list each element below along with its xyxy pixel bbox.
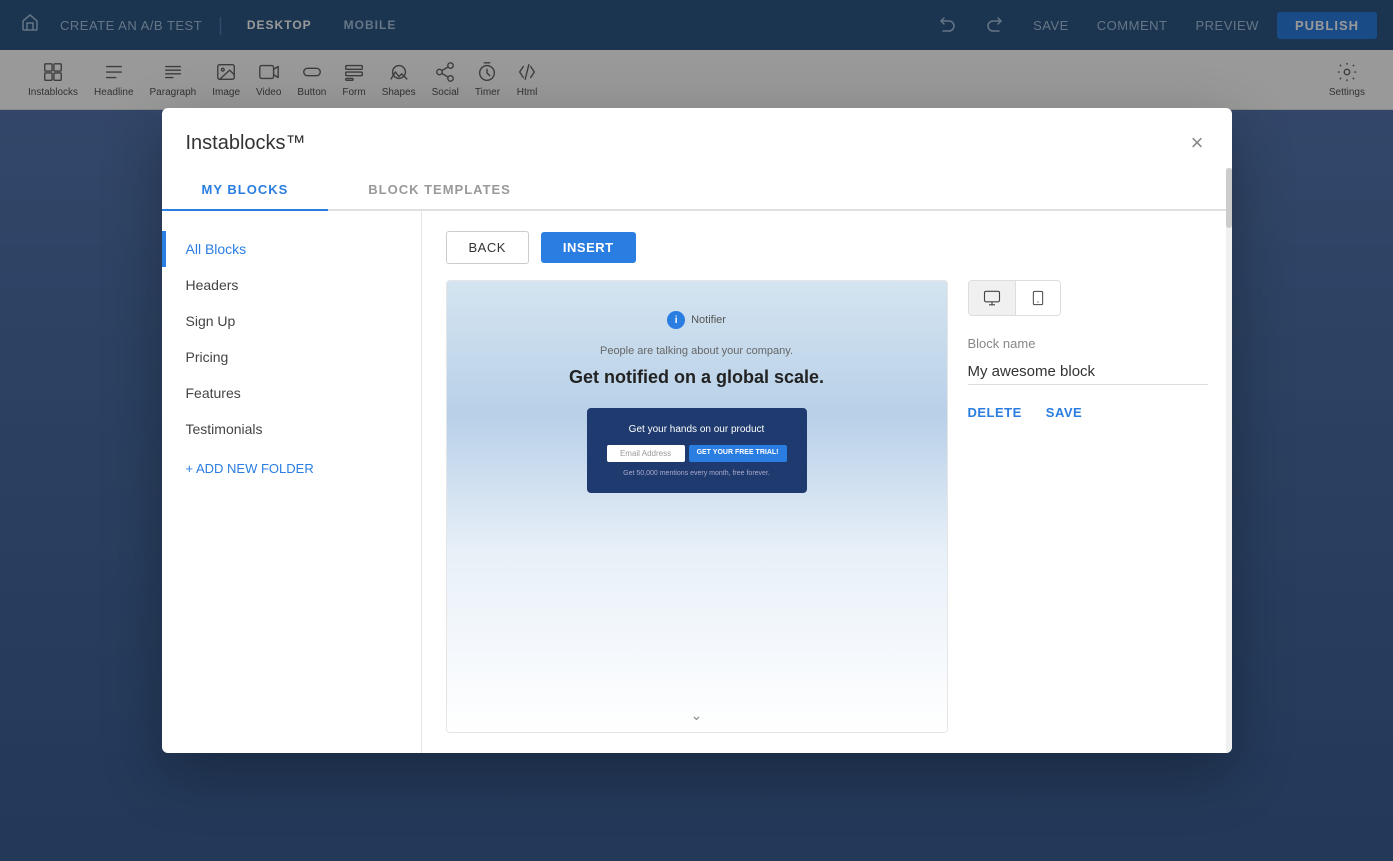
sidebar-item-testimonials[interactable]: Testimonials: [162, 411, 421, 447]
notifier-icon: i: [667, 311, 685, 329]
cta-fine-print: Get 50,000 mentions every month, free fo…: [607, 470, 787, 477]
cta-trial-button[interactable]: GET YOUR FREE TRIAL!: [689, 445, 787, 462]
insert-button[interactable]: INSERT: [541, 232, 636, 263]
modal-body: All Blocks Headers Sign Up Pricing Featu…: [162, 211, 1232, 753]
cta-input-row: Email Address GET YOUR FREE TRIAL!: [607, 445, 787, 462]
modal-main-content: BACK INSERT i Notifier: [422, 211, 1232, 753]
preview-chevron: ⌄: [691, 707, 703, 724]
sidebar-item-sign-up[interactable]: Sign Up: [162, 303, 421, 339]
action-bar: BACK INSERT: [446, 231, 1208, 264]
cta-email-placeholder: Email Address: [620, 449, 671, 458]
panel-actions: DELETE SAVE: [968, 405, 1208, 420]
sidebar-item-headers[interactable]: Headers: [162, 267, 421, 303]
block-preview-frame: i Notifier People are talking about your…: [446, 280, 948, 733]
preview-desktop-btn[interactable]: [969, 281, 1015, 315]
modal-title: Instablocks™: [186, 132, 306, 155]
modal-tabs: MY BLOCKS BLOCK TEMPLATES: [162, 170, 1232, 211]
modal-scrollbar[interactable]: [1226, 211, 1232, 753]
preview-mobile-btn[interactable]: [1015, 281, 1060, 315]
preview-subtitle: People are talking about your company.: [600, 345, 793, 357]
save-block-button[interactable]: SAVE: [1046, 405, 1082, 420]
sidebar-item-pricing[interactable]: Pricing: [162, 339, 421, 375]
modal-overlay: Instablocks™ × MY BLOCKS BLOCK TEMPLATES…: [0, 0, 1393, 861]
preview-wrapper: i Notifier People are talking about your…: [446, 280, 1208, 733]
add-folder-button[interactable]: + ADD NEW FOLDER: [162, 447, 421, 490]
notifier-icon-text: i: [675, 315, 678, 326]
tab-block-templates[interactable]: BLOCK TEMPLATES: [328, 170, 551, 209]
preview-cta-box: Get your hands on our product Email Addr…: [587, 408, 807, 493]
cta-email-input[interactable]: Email Address: [607, 445, 685, 462]
sidebar-item-all-blocks[interactable]: All Blocks: [162, 231, 421, 267]
scrollbar-thumb: [1226, 211, 1232, 228]
delete-button[interactable]: DELETE: [968, 405, 1022, 420]
block-name-label: Block name: [968, 336, 1208, 351]
device-switcher: [968, 280, 1061, 316]
preview-inner: i Notifier People are talking about your…: [447, 281, 947, 732]
modal-header: Instablocks™ ×: [162, 108, 1232, 158]
back-button[interactable]: BACK: [446, 231, 529, 264]
instablocks-modal: Instablocks™ × MY BLOCKS BLOCK TEMPLATES…: [162, 108, 1232, 753]
block-name-input[interactable]: [968, 359, 1208, 385]
notifier-badge: i Notifier: [667, 311, 726, 329]
notifier-text: Notifier: [691, 314, 726, 326]
preview-headline: Get notified on a global scale.: [569, 367, 824, 388]
block-name-section: Block name: [968, 336, 1208, 385]
cta-box-title: Get your hands on our product: [607, 424, 787, 435]
tab-my-blocks[interactable]: MY BLOCKS: [162, 170, 329, 209]
sidebar-item-features[interactable]: Features: [162, 375, 421, 411]
modal-sidebar: All Blocks Headers Sign Up Pricing Featu…: [162, 211, 422, 753]
modal-close-button[interactable]: ×: [1187, 128, 1208, 158]
right-panel: Block name DELETE SAVE: [968, 280, 1208, 733]
